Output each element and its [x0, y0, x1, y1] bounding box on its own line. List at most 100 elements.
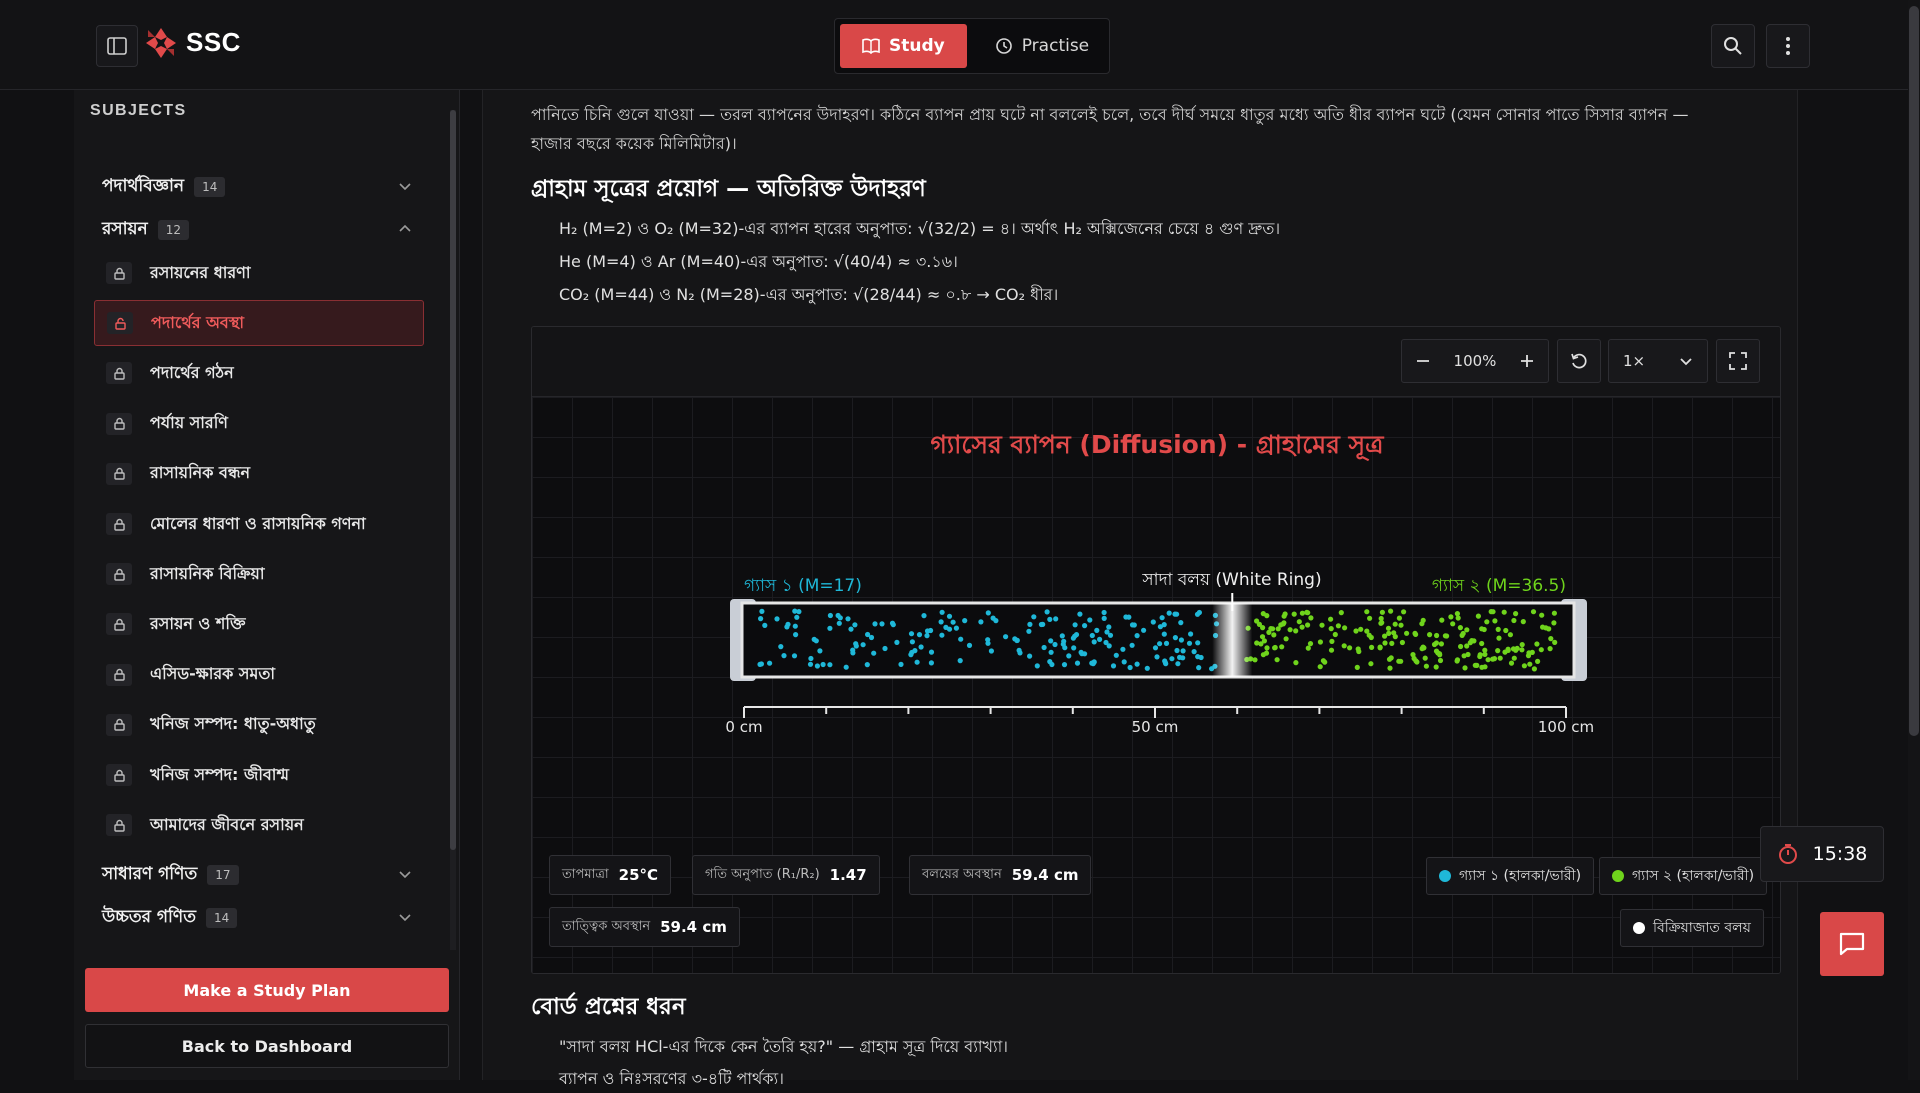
gas-particle	[962, 618, 968, 624]
sidebar-chapter-item[interactable]: রাসায়নিক বন্ধন	[94, 451, 424, 497]
sidebar-chapter-item[interactable]: খনিজ সম্পদ: জীবাশ্ম	[94, 752, 424, 798]
gas-particle	[1053, 616, 1059, 622]
gas-particle	[1367, 615, 1373, 621]
gas-particle	[791, 653, 798, 659]
sidebar-chapter-item[interactable]: রাসায়নিক বিক্রিয়া	[94, 551, 424, 597]
gas-particle	[1462, 665, 1468, 671]
gas-particle	[1385, 625, 1392, 631]
gas-particle	[978, 619, 984, 625]
legend-dot	[1439, 870, 1451, 882]
gas-particle	[837, 615, 843, 621]
sidebar-chapter-item[interactable]: পদার্থের অবস্থা	[94, 300, 424, 347]
gas-particle	[1254, 640, 1260, 646]
gas-particle	[1157, 641, 1163, 647]
speed-ratio-stat: গতি অনুপাত (R₁/R₂) 1.47	[692, 855, 880, 895]
gas-particle	[966, 642, 973, 648]
gas-particle	[898, 661, 904, 667]
brand-logo-icon	[146, 27, 176, 58]
gas-particle	[1496, 635, 1502, 641]
sidebar-toggle-button[interactable]	[96, 25, 138, 67]
gas-particle	[1433, 664, 1439, 670]
sidebar-chapter-item[interactable]: পদার্থের গঠন	[94, 350, 424, 396]
study-timer[interactable]: 15:38	[1760, 826, 1884, 882]
gas-particle	[1163, 640, 1170, 646]
legend-dot	[1612, 870, 1624, 882]
gas-particle	[1319, 622, 1325, 628]
back-to-dashboard-button[interactable]: Back to Dashboard	[85, 1024, 449, 1068]
sidebar-chapter-item[interactable]: এসিড-ক্ষারক সমতা	[94, 652, 424, 698]
gas-particle	[1398, 622, 1404, 628]
sidebar-scroll-area[interactable]: SUBJECTS পদার্থবিজ্ঞান 14 রসায়ন 12 রসায…	[74, 90, 460, 956]
sidebar-toggle-icon	[107, 37, 127, 55]
sidebar-chapter-item[interactable]: পর্যায় সারণি	[94, 401, 424, 447]
tab-practise[interactable]: Practise	[973, 24, 1111, 68]
gas-particle	[817, 648, 823, 654]
gas-particle	[1264, 613, 1270, 619]
simulation-canvas[interactable]: গ্যাসের ব্যাপন (Diffusion) - গ্রাহামের স…	[532, 397, 1780, 973]
sidebar-chapter-item[interactable]: মোলের ধারণা ও রাসায়নিক গণনা	[94, 501, 424, 547]
gas-particle	[767, 660, 773, 666]
sidebar-chapter-item[interactable]: রসায়নের ধারণা	[94, 250, 424, 296]
gas-particle	[1274, 657, 1280, 663]
gas-particle	[1511, 617, 1517, 624]
gas-particle	[808, 655, 814, 662]
chapter-label: রসায়নের ধারণা	[150, 262, 251, 282]
gas-particle	[1413, 658, 1419, 664]
sidebar-scrollbar-thumb[interactable]	[450, 110, 456, 850]
gas-particle	[894, 639, 900, 645]
gas-particle	[1048, 638, 1054, 644]
chapter-count-badge: 17	[207, 865, 239, 885]
gas-particle	[1382, 633, 1388, 639]
gas-particle	[1471, 638, 1477, 644]
gas-particle	[1281, 613, 1287, 619]
gas-particle	[1341, 643, 1347, 649]
make-study-plan-button[interactable]: Make a Study Plan	[85, 968, 449, 1012]
gas-particle	[814, 663, 820, 669]
gas2-label: গ্যাস ২ (M=36.5)	[1432, 576, 1566, 596]
gas-particle	[1188, 631, 1194, 637]
gas-particle	[1479, 664, 1485, 670]
gas-particle	[1260, 625, 1266, 631]
brand[interactable]: SSC	[146, 27, 241, 58]
sidebar-chapter-item[interactable]: রসায়ন ও শক্তি	[94, 601, 424, 647]
sidebar-chapter-item[interactable]: খনিজ সম্পদ: ধাতু-অধাতু	[94, 702, 424, 748]
fullscreen-button[interactable]	[1716, 339, 1760, 383]
speed-select[interactable]: 1×	[1608, 339, 1708, 383]
subject-general-math[interactable]: সাধারণ গণিত 17	[102, 860, 412, 890]
search-button[interactable]	[1711, 24, 1755, 68]
zoom-out-icon[interactable]	[1416, 354, 1430, 368]
reset-icon	[1571, 353, 1587, 369]
gas-particle	[1442, 633, 1448, 639]
fullscreen-icon	[1729, 352, 1747, 370]
chevron-down-icon	[399, 914, 411, 922]
subject-chemistry[interactable]: রসায়ন 12	[102, 215, 412, 245]
gas-particle	[1296, 619, 1302, 625]
gas-particle	[1535, 658, 1541, 664]
reset-button[interactable]	[1557, 339, 1601, 383]
gas-particle	[1121, 659, 1127, 665]
paragraph-line: হাজার বছরে কয়েক মিলিমিটার)।	[531, 134, 737, 153]
gas-particle	[1186, 640, 1193, 646]
gas-particle	[1464, 627, 1470, 633]
gas-particle	[1519, 647, 1525, 653]
gas-particle	[1328, 616, 1334, 622]
example-item: H₂ (M=2) ও O₂ (M=32)-এর ব্যাপন হারের অনু…	[559, 219, 1281, 238]
gas-particle	[1129, 622, 1136, 628]
sidebar-chapter-item[interactable]: আমাদের জীবনে রসায়ন	[94, 802, 424, 848]
more-options-button[interactable]	[1766, 24, 1810, 68]
gas-particle	[860, 642, 866, 648]
page-scrollbar-thumb[interactable]	[1909, 6, 1919, 736]
gas-particle	[1175, 661, 1181, 667]
subject-physics[interactable]: পদার্থবিজ্ঞান 14	[102, 172, 412, 202]
gas-particle	[1356, 648, 1362, 655]
chat-button[interactable]	[1820, 912, 1884, 976]
gas-particle	[1495, 626, 1501, 632]
tab-study[interactable]: Study	[840, 24, 967, 68]
gas-particle	[1268, 626, 1274, 632]
gas-particle	[1392, 634, 1398, 640]
zoom-in-icon[interactable]	[1520, 354, 1534, 368]
gas-particle	[778, 644, 784, 650]
subject-higher-math[interactable]: উচ্চতর গণিত 14	[102, 903, 412, 933]
gas-particle	[1177, 654, 1183, 660]
lock-icon	[106, 262, 132, 284]
